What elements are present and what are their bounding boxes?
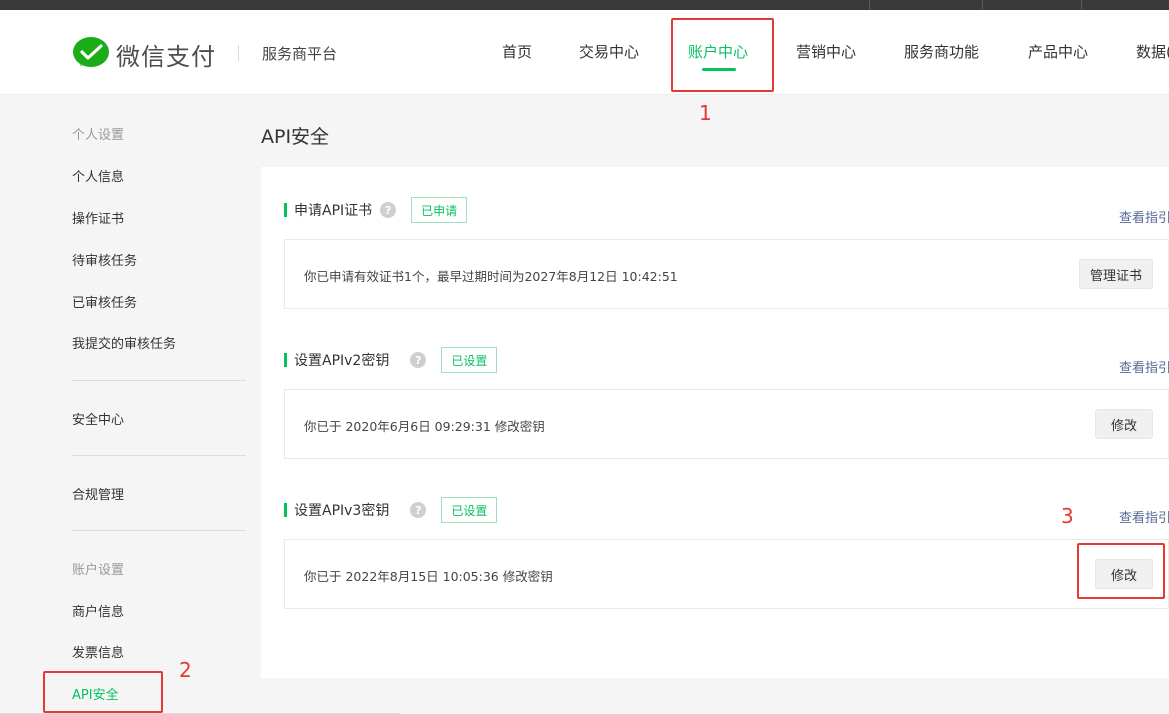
manage-cert-button[interactable]: 管理证书	[1079, 259, 1153, 289]
sidebar-group-personal: 个人设置	[72, 128, 125, 143]
info-text: 你已于 2022年8月15日 10:05:36 修改密钥	[304, 569, 553, 584]
nav-item-marketing-center[interactable]: 营销中心	[796, 41, 856, 62]
annotation-number-1: 1	[699, 101, 712, 125]
sidebar-item-operation-cert[interactable]: 操作证书	[72, 208, 124, 227]
logo-divider	[238, 45, 239, 61]
view-guide-link[interactable]: 查看指引	[1119, 507, 1169, 526]
sidebar-item-invoice-info[interactable]: 发票信息	[72, 642, 124, 661]
section-accent-bar	[284, 503, 287, 517]
info-text: 你已于 2020年6月6日 09:29:31 修改密钥	[304, 419, 545, 434]
top-strip-separator	[869, 0, 870, 10]
sidebar-group-account: 账户设置	[72, 563, 125, 578]
sidebar-item-my-submitted-tasks[interactable]: 我提交的审核任务	[72, 333, 176, 352]
sidebar-item-pending-tasks[interactable]: 待审核任务	[72, 250, 137, 269]
question-circle-icon[interactable]: ?	[410, 352, 427, 368]
header: 微信支付 服务商平台 首页 交易中心 账户中心 营销中心 服务商功能 产品中心 …	[0, 10, 1169, 95]
sidebar-item-security-center[interactable]: 安全中心	[72, 409, 124, 428]
sidebar-item-reviewed-tasks[interactable]: 已审核任务	[72, 292, 137, 311]
view-guide-link[interactable]: 查看指引	[1119, 207, 1169, 226]
section-title: 设置APIv3密钥	[294, 503, 390, 519]
sidebar-item-compliance[interactable]: 合规管理	[72, 484, 124, 503]
modify-apiv2-button[interactable]: 修改	[1095, 409, 1153, 439]
annotation-box-3	[1077, 543, 1165, 599]
question-circle-icon[interactable]: ?	[380, 202, 397, 218]
view-guide-link[interactable]: 查看指引	[1119, 357, 1169, 376]
nav-item-trade-center[interactable]: 交易中心	[579, 41, 639, 62]
info-box-apiv2-key: 你已于 2020年6月6日 09:29:31 修改密钥 修改	[284, 389, 1169, 459]
annotation-number-2: 2	[179, 658, 192, 682]
top-strip-separator	[1081, 0, 1082, 10]
section-title: 设置APIv2密钥	[294, 353, 390, 369]
wechat-pay-logo-icon	[72, 37, 110, 71]
section-title: 申请API证书	[294, 203, 373, 219]
status-badge: 已申请	[411, 197, 468, 223]
nav-item-data[interactable]: 数据(	[1136, 41, 1169, 62]
info-box-apiv3-key: 你已于 2022年8月15日 10:05:36 修改密钥 修改	[284, 539, 1169, 609]
page-title: API安全	[261, 126, 330, 148]
annotation-box-1	[671, 18, 774, 92]
section-header-apiv3-key: 设置APIv3密钥 ? 已设置	[284, 497, 498, 523]
wechat-pay-logo[interactable]: 微信支付	[72, 37, 216, 71]
sidebar-divider	[72, 455, 246, 456]
status-badge: 已设置	[441, 347, 498, 373]
annotation-box-2	[43, 671, 163, 713]
annotation-number-3: 3	[1061, 504, 1074, 528]
status-badge: 已设置	[441, 497, 498, 523]
nav-item-provider-functions[interactable]: 服务商功能	[904, 41, 979, 62]
section-header-apiv2-key: 设置APIv2密钥 ? 已设置	[284, 347, 498, 373]
sidebar-item-personal-info[interactable]: 个人信息	[72, 166, 124, 185]
sidebar-divider	[72, 530, 246, 531]
logo-text: 微信支付	[116, 42, 216, 71]
top-strip	[0, 0, 1169, 10]
info-text: 你已申请有效证书1个，最早过期时间为2027年8月12日 10:42:51	[304, 269, 678, 284]
section-accent-bar	[284, 203, 287, 217]
question-circle-icon[interactable]: ?	[410, 502, 427, 518]
sidebar-item-merchant-info[interactable]: 商户信息	[72, 601, 124, 620]
info-box-api-cert: 你已申请有效证书1个，最早过期时间为2027年8月12日 10:42:51 管理…	[284, 239, 1169, 309]
nav-item-home[interactable]: 首页	[502, 41, 532, 62]
nav-item-product-center[interactable]: 产品中心	[1028, 41, 1088, 62]
sidebar-divider	[72, 380, 246, 381]
platform-name: 服务商平台	[262, 45, 338, 63]
top-strip-separator	[982, 0, 983, 10]
section-header-api-cert: 申请API证书 ? 已申请	[284, 197, 468, 223]
section-accent-bar	[284, 353, 287, 367]
